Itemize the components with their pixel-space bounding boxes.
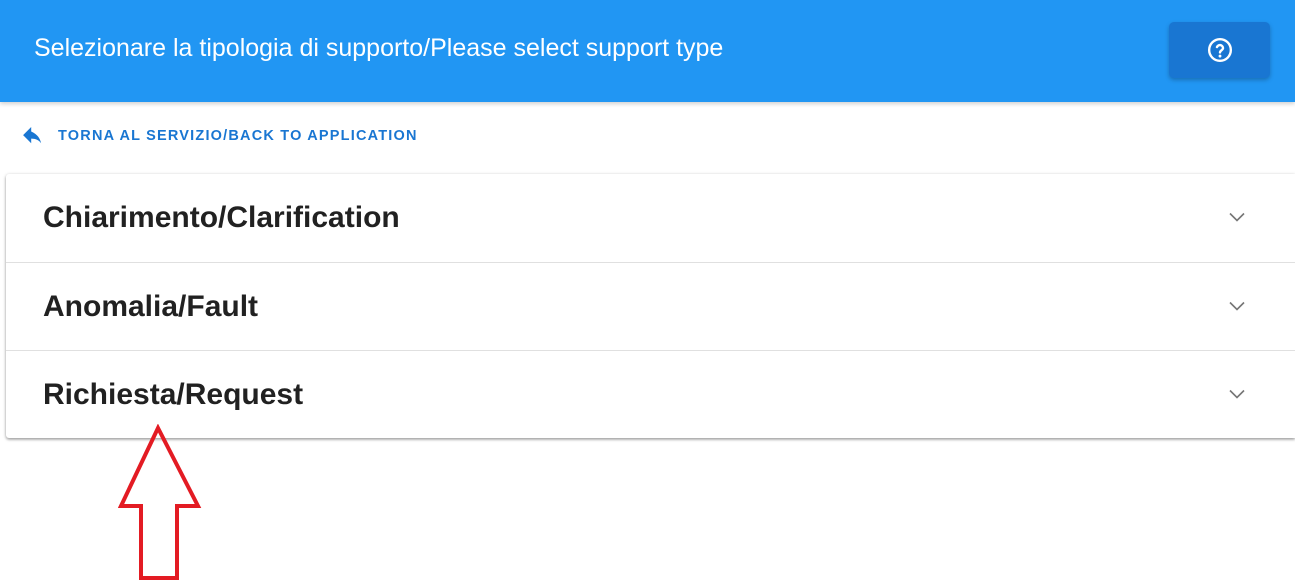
panel-label: Chiarimento/Clarification [43, 201, 400, 234]
back-to-application-link[interactable]: TORNA AL SERVIZIO/BACK TO APPLICATION [22, 123, 418, 149]
app-header: Selezionare la tipologia di supporto/Ple… [0, 0, 1295, 102]
help-circle-icon [1207, 37, 1232, 63]
reply-arrow-icon [23, 127, 42, 144]
panel-clarification[interactable]: Chiarimento/Clarification [6, 174, 1295, 262]
support-type-accordion: Chiarimento/Clarification Anomalia/Fault… [6, 174, 1295, 438]
page-title: Selezionare la tipologia di supporto/Ple… [34, 34, 724, 62]
chevron-down-icon[interactable] [1228, 387, 1246, 401]
panel-fault[interactable]: Anomalia/Fault [6, 262, 1295, 351]
chevron-down-icon[interactable] [1228, 210, 1246, 224]
help-button[interactable] [1169, 22, 1270, 78]
back-link-label: TORNA AL SERVIZIO/BACK TO APPLICATION [58, 128, 418, 144]
red-outline-up-arrow-icon [118, 424, 202, 580]
chevron-down-icon[interactable] [1228, 299, 1246, 313]
panel-label: Anomalia/Fault [43, 290, 259, 323]
